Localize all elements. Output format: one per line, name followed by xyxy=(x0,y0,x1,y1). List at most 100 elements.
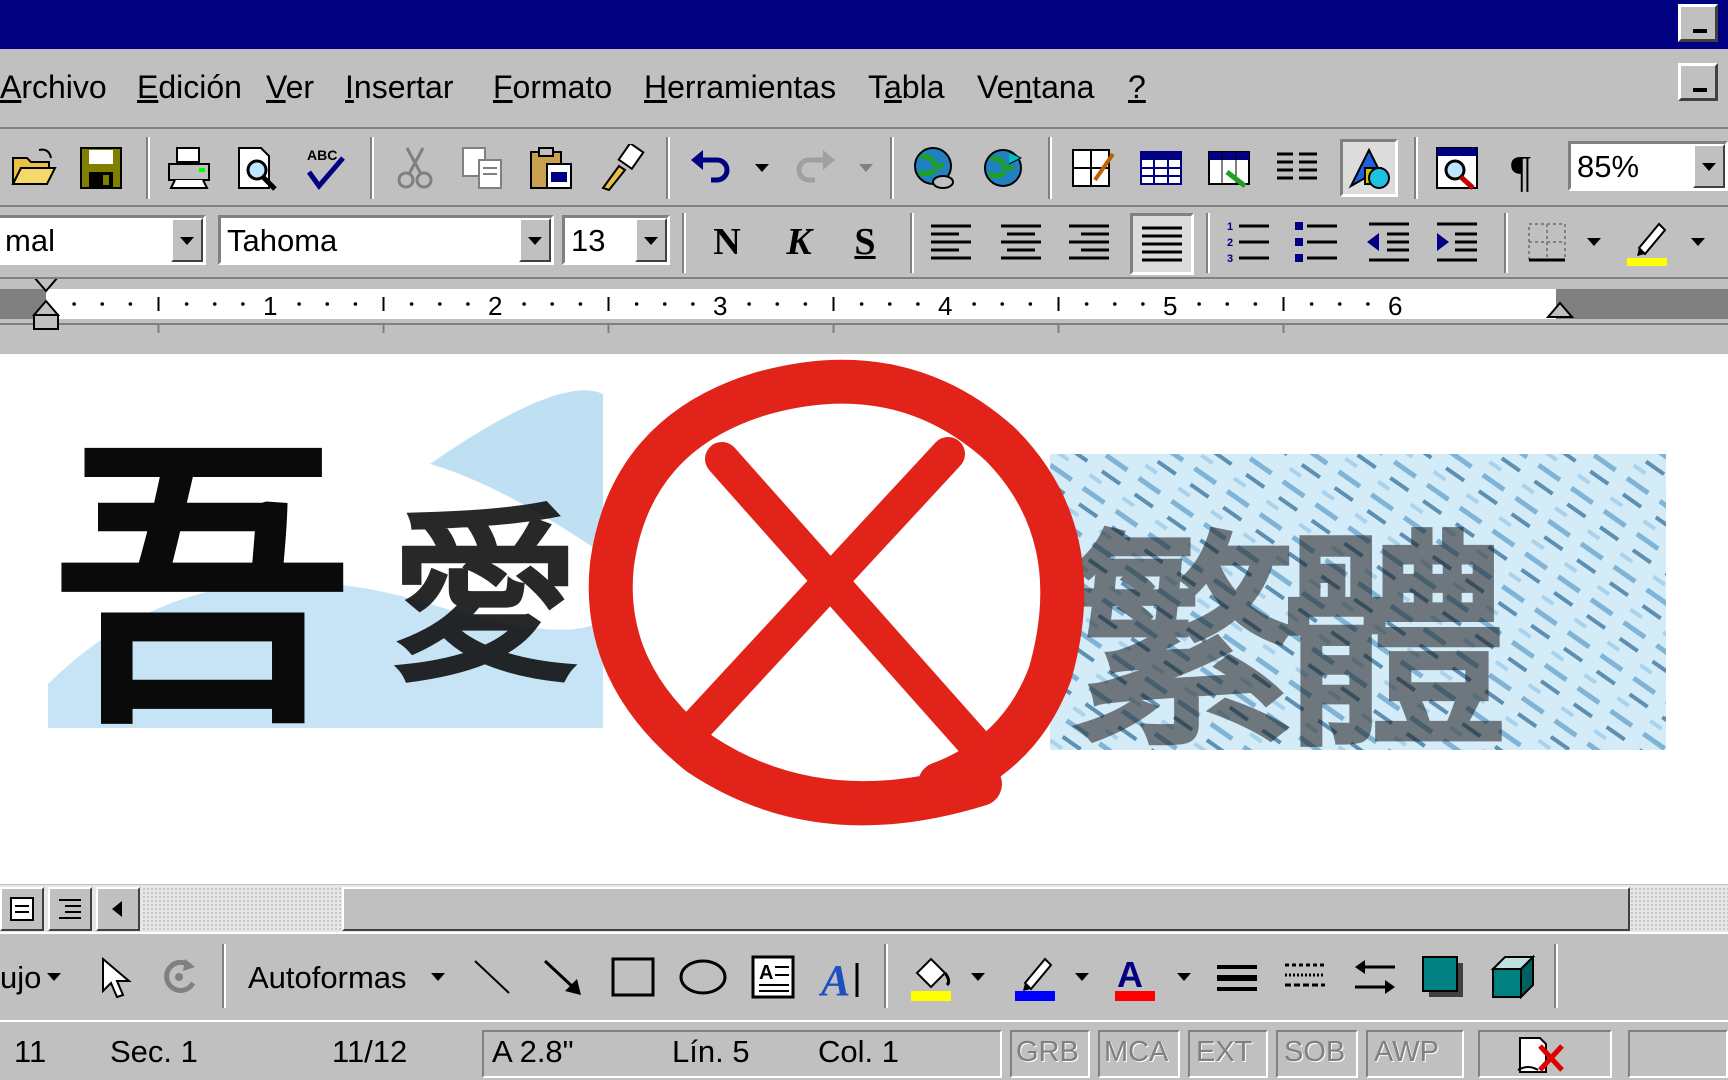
3d-icon[interactable] xyxy=(1484,948,1542,1006)
open-icon[interactable] xyxy=(4,139,62,197)
line-tool-icon[interactable] xyxy=(464,948,522,1006)
show-hide-paragraph-icon[interactable]: ¶ xyxy=(1496,139,1554,197)
web-toolbar-icon[interactable] xyxy=(974,139,1032,197)
italic-button[interactable]: K xyxy=(770,213,828,271)
cut-icon[interactable] xyxy=(386,139,444,197)
spelling-icon[interactable]: ABC xyxy=(296,139,354,197)
print-preview-icon[interactable] xyxy=(228,139,286,197)
menu-archivo[interactable]: Archivo xyxy=(0,67,107,107)
zoom-select[interactable]: 85% xyxy=(1568,141,1728,191)
numbering-icon[interactable]: 1 2 3 xyxy=(1220,213,1278,271)
zoom-dropdown-button[interactable] xyxy=(1693,144,1725,188)
fill-color-dropdown[interactable] xyxy=(968,948,988,1006)
menu-insertar[interactable]: Insertar xyxy=(345,67,453,107)
wordart-icon[interactable]: A xyxy=(814,948,872,1006)
autoshapes-menu-button[interactable]: Autoformas xyxy=(248,958,407,998)
dash-style-icon[interactable] xyxy=(1276,948,1334,1006)
ruler-label: 5 xyxy=(1163,291,1177,321)
menu-ver[interactable]: Ver xyxy=(266,67,314,107)
bold-button[interactable]: N xyxy=(698,213,756,271)
decrease-indent-icon[interactable] xyxy=(1360,213,1418,271)
menu-herramientas[interactable]: Herramientas xyxy=(644,67,836,107)
select-objects-icon[interactable] xyxy=(84,948,142,1006)
scroll-thumb[interactable] xyxy=(342,887,1630,931)
toolbar-separator xyxy=(1048,137,1052,199)
borders-dropdown[interactable] xyxy=(1584,213,1604,271)
paste-icon[interactable] xyxy=(522,139,580,197)
style-dropdown-button[interactable] xyxy=(171,218,203,262)
print-icon[interactable] xyxy=(160,139,218,197)
status-awp[interactable]: AWP xyxy=(1374,1032,1439,1072)
arrow-tool-icon[interactable] xyxy=(534,948,592,1006)
line-color-icon[interactable] xyxy=(1006,948,1064,1006)
scroll-track[interactable] xyxy=(1630,887,1728,931)
line-color-dropdown[interactable] xyxy=(1072,948,1092,1006)
align-left-icon[interactable] xyxy=(922,213,980,271)
fill-color-icon[interactable] xyxy=(902,948,960,1006)
normal-view-button[interactable] xyxy=(0,887,44,931)
rectangle-tool-icon[interactable] xyxy=(604,948,662,1006)
arrow-style-icon[interactable] xyxy=(1346,948,1404,1006)
undo-dropdown[interactable] xyxy=(752,139,772,197)
menu-ventana[interactable]: Ventana xyxy=(977,67,1094,107)
menu-edicion[interactable]: Edición xyxy=(137,67,242,107)
font-size-select[interactable]: 13 xyxy=(562,215,670,265)
status-mca[interactable]: MCA xyxy=(1104,1032,1168,1072)
highlight-icon[interactable] xyxy=(1618,213,1676,271)
insert-hyperlink-icon[interactable] xyxy=(906,139,964,197)
app-minimize-button[interactable] xyxy=(1678,4,1718,42)
align-center-icon[interactable] xyxy=(992,213,1050,271)
style-select[interactable]: mal xyxy=(0,215,206,265)
oval-tool-icon[interactable] xyxy=(674,948,732,1006)
document-map-icon[interactable] xyxy=(1428,139,1486,197)
menu-formato[interactable]: Formato xyxy=(493,67,612,107)
font-dropdown-button[interactable] xyxy=(519,218,551,262)
columns-icon[interactable] xyxy=(1268,139,1326,197)
scroll-left-button[interactable] xyxy=(96,887,140,931)
horizontal-ruler[interactable]: 1 2 3 4 5 6 xyxy=(0,277,1728,354)
menu-help[interactable]: ? xyxy=(1128,67,1146,107)
draw-menu-dropdown[interactable] xyxy=(44,948,64,1006)
autoshapes-dropdown[interactable] xyxy=(428,948,448,1006)
redo-icon[interactable] xyxy=(786,139,844,197)
menu-tabla[interactable]: Tabla xyxy=(868,67,945,107)
insert-table-icon[interactable] xyxy=(1132,139,1190,197)
shadow-icon[interactable] xyxy=(1414,948,1472,1006)
free-rotate-icon[interactable] xyxy=(150,948,208,1006)
tables-borders-icon[interactable] xyxy=(1064,139,1122,197)
font-size-dropdown-button[interactable] xyxy=(635,218,667,262)
outline-view-button[interactable] xyxy=(48,887,92,931)
redo-dropdown[interactable] xyxy=(856,139,876,197)
underline-button[interactable]: S xyxy=(836,213,894,271)
font-color-dropdown[interactable] xyxy=(1174,948,1194,1006)
highlight-dropdown[interactable] xyxy=(1688,213,1708,271)
toolbar-separator xyxy=(682,213,686,273)
increase-indent-icon[interactable] xyxy=(1428,213,1486,271)
borders-icon[interactable] xyxy=(1518,213,1576,271)
font-select[interactable]: Tahoma xyxy=(218,215,554,265)
status-ext[interactable]: EXT xyxy=(1196,1032,1252,1072)
horizontal-scrollbar[interactable] xyxy=(0,884,1728,932)
document-minimize-button[interactable] xyxy=(1678,63,1718,101)
bullets-icon[interactable] xyxy=(1288,213,1346,271)
line-style-icon[interactable] xyxy=(1208,948,1266,1006)
toolbar-separator xyxy=(146,137,150,199)
status-sob[interactable]: SOB xyxy=(1284,1032,1345,1072)
save-icon[interactable] xyxy=(72,139,130,197)
format-painter-icon[interactable] xyxy=(592,139,650,197)
justify-icon[interactable] xyxy=(1130,213,1194,275)
undo-icon[interactable] xyxy=(682,139,740,197)
align-right-icon[interactable] xyxy=(1060,213,1118,271)
status-grb[interactable]: GRB xyxy=(1016,1032,1079,1072)
spelling-status-box[interactable] xyxy=(1478,1030,1612,1078)
insert-excel-icon[interactable] xyxy=(1200,139,1258,197)
copy-icon[interactable] xyxy=(454,139,512,197)
scroll-track[interactable] xyxy=(142,887,342,931)
text-box-icon[interactable]: A xyxy=(744,948,802,1006)
embedded-picture[interactable]: 吾 愛 繁體 xyxy=(0,354,1728,884)
draw-menu-button[interactable]: ujo xyxy=(0,958,41,998)
svg-text:ABC: ABC xyxy=(307,147,337,163)
document-page[interactable]: 吾 愛 繁體 xyxy=(0,354,1728,884)
drawing-icon[interactable] xyxy=(1340,139,1398,197)
font-color-icon[interactable]: A xyxy=(1106,948,1164,1006)
